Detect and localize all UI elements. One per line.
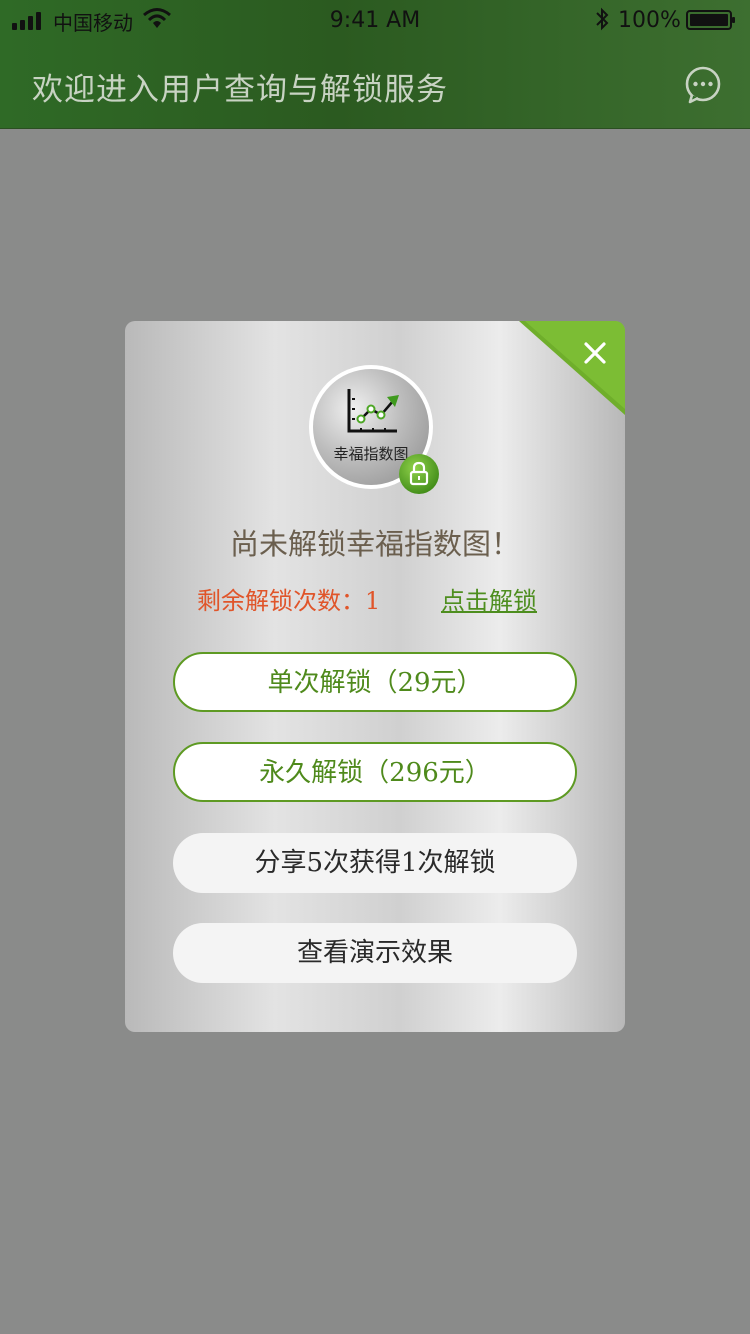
battery-icon	[686, 10, 735, 30]
view-demo-button[interactable]: 查看演示效果	[173, 923, 577, 983]
battery-percent: 100%	[618, 8, 681, 33]
header-title: 欢迎进入用户查询与解锁服务	[32, 72, 448, 108]
single-unlock-button[interactable]: 单次解锁（29元）	[173, 652, 577, 712]
lock-icon	[399, 454, 439, 494]
dialog-title: 尚未解锁幸福指数图！	[229, 527, 520, 561]
click-unlock-link[interactable]: 点击解锁	[441, 581, 537, 616]
share-unlock-button[interactable]: 分享5次获得1次解锁	[173, 833, 577, 893]
permanent-unlock-button[interactable]: 永久解锁（296元）	[173, 742, 577, 802]
close-icon[interactable]	[583, 341, 607, 365]
remaining-unlocks: 剩余解锁次数：1	[197, 587, 381, 615]
chat-icon[interactable]	[683, 65, 723, 105]
unlock-dialog: 幸福指数图 尚未解锁幸福指数图！ 剩余解锁次数：1 点击解锁 单次解锁（29元）…	[125, 321, 625, 1032]
chart-icon	[347, 389, 399, 433]
close-corner[interactable]	[519, 321, 625, 415]
status-bar: 中国移动 9:41 AM 100%	[0, 0, 750, 40]
bluetooth-icon	[596, 7, 609, 31]
